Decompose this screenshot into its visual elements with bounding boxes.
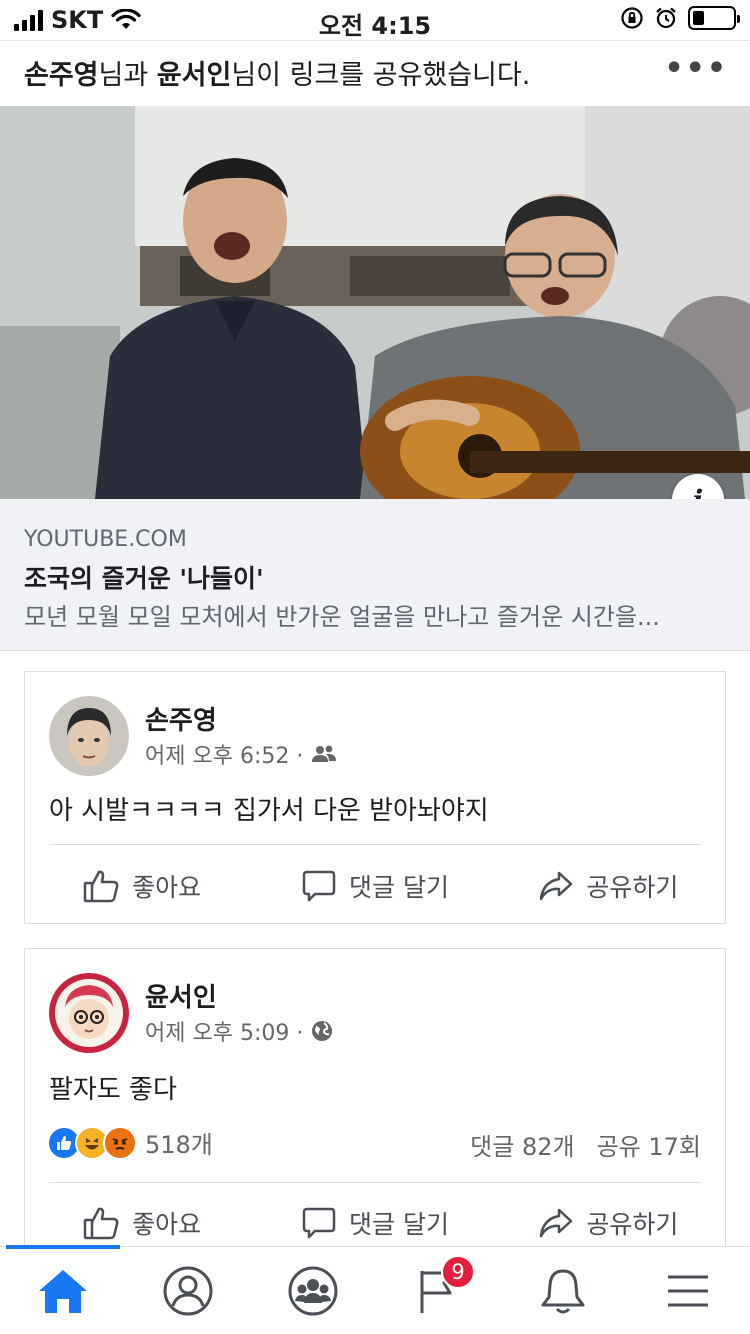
tab-groups[interactable] — [250, 1247, 375, 1334]
home-icon — [38, 1269, 87, 1313]
share-text: 손주영님과 윤서인님이 링크를 공유했습니다. — [24, 53, 530, 92]
alarm-icon — [656, 7, 676, 29]
avatar[interactable] — [49, 973, 129, 1053]
battery-icon — [688, 6, 740, 30]
avatar-image — [49, 973, 129, 1053]
post-time[interactable]: 어제 오후 5:09 · — [145, 1015, 303, 1047]
post-text: 아 시발ㅋㅋㅋㅋ 집가서 다운 받아놔야지 — [49, 796, 489, 826]
like-label: 좋아요 — [132, 1210, 202, 1239]
shares-count[interactable]: 공유 17회 — [597, 1127, 701, 1162]
hamburger-menu-icon — [667, 1275, 708, 1306]
bottom-tab-bar: 9 — [0, 1245, 750, 1334]
tab-profile[interactable] — [125, 1247, 250, 1334]
like-label: 좋아요 — [132, 873, 202, 902]
share-user1[interactable]: 손주영 — [24, 60, 99, 91]
comment-label: 댓글 달기 — [349, 873, 449, 902]
comments-count[interactable]: 댓글 82개 — [470, 1127, 574, 1162]
rotation-lock-icon — [621, 7, 643, 29]
angry-reaction-icon — [103, 1125, 137, 1160]
like-button[interactable]: 좋아요 — [25, 846, 258, 926]
share-arrow-icon — [540, 871, 573, 901]
status-right — [620, 6, 740, 30]
friends-icon — [312, 745, 337, 762]
share-suffix: 님이 링크를 공유했습니다. — [231, 60, 531, 91]
more-dots-icon[interactable]: ••• — [664, 51, 728, 86]
tab-home[interactable] — [0, 1247, 125, 1334]
shared-post-card-2: 윤서인 어제 오후 5:09 · 팔자도 좋다 518개 댓글 82개 공유 1… — [24, 948, 726, 1248]
comment-label: 댓글 달기 — [349, 1210, 449, 1239]
profile-icon — [163, 1266, 212, 1315]
post-meta: 어제 오후 5:09 · — [145, 1015, 333, 1047]
link-thumbnail[interactable] — [0, 106, 750, 499]
post-author[interactable]: 윤서인 — [145, 977, 217, 1014]
comment-button[interactable]: 댓글 달기 — [258, 846, 491, 926]
share-header: 손주영님과 윤서인님이 링크를 공유했습니다. ••• — [0, 40, 750, 106]
video-thumbnail-image — [0, 106, 750, 499]
post-author[interactable]: 손주영 — [145, 700, 217, 737]
post-time[interactable]: 어제 오후 6:52 · — [145, 738, 303, 770]
share-label: 공유하기 — [586, 1210, 679, 1239]
globe-icon — [312, 1021, 333, 1041]
share-user2[interactable]: 윤서인 — [157, 60, 232, 91]
reactions-summary[interactable]: 518개 — [47, 1125, 213, 1160]
tab-menu[interactable] — [625, 1247, 750, 1334]
avatar[interactable] — [49, 696, 129, 776]
post-meta: 어제 오후 6:52 · — [145, 738, 337, 770]
thumbs-up-icon — [83, 870, 119, 903]
share-label: 공유하기 — [586, 873, 679, 902]
pages-badge: 9 — [441, 1255, 475, 1289]
share-button[interactable]: 공유하기 — [492, 846, 725, 926]
comment-icon — [302, 1207, 336, 1239]
shared-post-card-1: 손주영 어제 오후 6:52 · 아 시발ㅋㅋㅋㅋ 집가서 다운 받아놔야지 좋… — [24, 671, 726, 924]
post-text: 팔자도 좋다 — [49, 1075, 177, 1105]
reaction-count: 518개 — [145, 1131, 213, 1159]
comment-icon — [302, 870, 336, 902]
thumbs-up-icon — [83, 1207, 119, 1240]
share-arrow-icon — [540, 1208, 573, 1238]
groups-icon — [288, 1266, 337, 1315]
divider — [49, 844, 701, 845]
link-title: 조국의 즐거운 '나들이' — [24, 564, 264, 593]
share-joiner: 님과 — [98, 60, 157, 91]
tab-notifications[interactable] — [500, 1247, 625, 1334]
link-domain: YOUTUBE.COM — [24, 527, 187, 552]
avatar-image — [49, 696, 129, 776]
tab-pages[interactable]: 9 — [375, 1247, 500, 1334]
post-stats: 댓글 82개 공유 17회 — [470, 1127, 701, 1162]
status-bar: SKT 오전 4:15 — [0, 0, 750, 40]
link-description: 모년 모월 모일 모처에서 반가운 얼굴을 만나고 즐거운 시간을... — [24, 603, 660, 631]
link-preview[interactable]: YOUTUBE.COM 조국의 즐거운 '나들이' 모년 모월 모일 모처에서 … — [0, 499, 750, 651]
post-actions: 좋아요 댓글 달기 공유하기 — [25, 846, 725, 926]
bell-icon — [541, 1269, 584, 1313]
